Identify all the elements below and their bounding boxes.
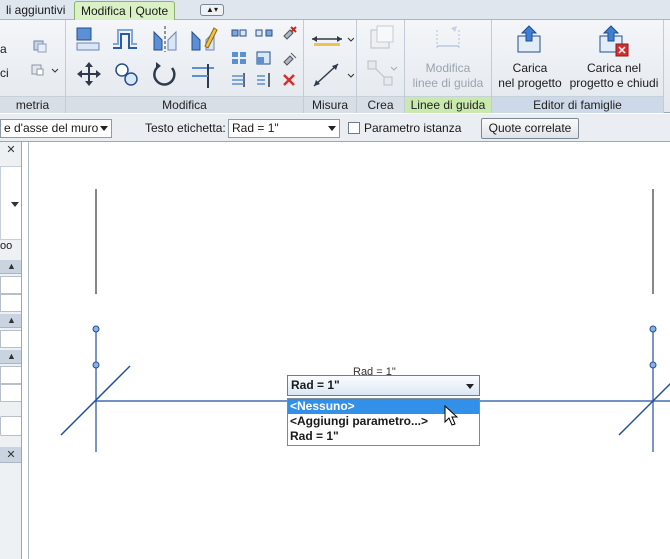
dimension-label-dropdown[interactable]: Rad = 1" <box>287 375 480 396</box>
geometry-join-icon[interactable] <box>32 38 48 57</box>
panel-crea: Crea <box>357 20 405 113</box>
panel-title-editor-famiglie: Editor di famiglie <box>492 96 663 113</box>
chevron-up-icon[interactable]: ▲ <box>7 315 16 325</box>
trim-multiple-icon[interactable] <box>230 72 248 91</box>
drawing-svg <box>60 189 670 452</box>
options-bar: e d'asse del muro Testo etichetta: Rad =… <box>0 114 670 142</box>
dimension-tick-right <box>618 382 670 436</box>
drawing-area[interactable] <box>28 142 670 559</box>
panel-editor-famiglie: Carica nel progetto Carica nel progetto … <box>492 20 664 113</box>
properties-field[interactable] <box>0 330 21 348</box>
load-and-close-icon[interactable] <box>596 24 630 61</box>
dimension-label-dropdown-value: Rad = 1" <box>291 378 340 392</box>
scale-icon[interactable] <box>255 50 273 69</box>
geometry-item-label-2: ci <box>0 66 9 80</box>
mirror-draw-icon[interactable] <box>188 24 218 57</box>
create-group-icon[interactable] <box>365 58 399 91</box>
chevron-down-icon <box>466 384 474 389</box>
panel-geometria: a ci metria <box>0 20 66 113</box>
tab-addins[interactable]: li aggiuntivi <box>0 1 71 20</box>
load-and-close-label-1: Carica nel <box>586 61 642 75</box>
edit-guide-lines-icon[interactable] <box>433 24 465 57</box>
properties-field[interactable] <box>0 294 21 312</box>
ribbon-minimize-button[interactable]: ▲▾ <box>200 4 224 16</box>
move-icon[interactable] <box>74 60 104 93</box>
apply-button[interactable] <box>0 416 21 436</box>
split-icon[interactable] <box>230 26 248 43</box>
chevron-down-icon[interactable] <box>11 197 19 211</box>
ribbon-tab-row: li aggiuntivi Modifica | Quote ▲▾ <box>0 0 670 20</box>
label-text-caption: Testo etichetta: <box>145 121 226 135</box>
panel-modifica: Modifica <box>66 20 304 113</box>
unpin-icon[interactable] <box>280 24 298 43</box>
panel-title-modifica: Modifica <box>66 96 303 113</box>
mirror-axis-icon[interactable] <box>150 24 180 57</box>
close-icon[interactable]: ✕ <box>3 448 19 462</box>
grip-handle[interactable] <box>92 361 100 369</box>
dropdown-option-rad[interactable]: Rad = 1" <box>288 429 479 444</box>
extend-multiple-icon[interactable] <box>255 72 273 91</box>
offset-icon[interactable] <box>110 24 140 57</box>
placement-combo-value: e d'asse del muro <box>4 121 99 135</box>
instance-param-label: Parametro istanza <box>364 121 462 135</box>
properties-field[interactable] <box>0 384 21 402</box>
chevron-down-icon <box>100 126 108 131</box>
revit-window: li aggiuntivi Modifica | Quote ▲▾ a ci m… <box>0 0 670 559</box>
panel-title-geometria: metria <box>0 96 65 113</box>
copy-array-icon[interactable] <box>230 50 248 69</box>
quote-correlate-button[interactable]: Quote correlate <box>481 118 579 139</box>
edit-guide-lines-label-1: Modifica <box>425 61 471 75</box>
panel-linee-guida: Modifica linee di guida Linee di guida <box>405 20 492 113</box>
align-icon[interactable] <box>74 24 104 57</box>
load-and-close-label-2: progetto e chiudi <box>569 76 659 90</box>
panel-misura: Misura <box>304 20 357 113</box>
grip-handle[interactable] <box>649 325 657 333</box>
placement-combo[interactable]: e d'asse del muro <box>0 119 112 138</box>
close-icon[interactable]: ✕ <box>3 143 19 157</box>
pin-icon[interactable] <box>280 50 298 69</box>
label-text-combo[interactable]: Rad = 1" <box>228 119 340 138</box>
geometry-item-label-1: a <box>0 42 7 56</box>
measure-icon[interactable] <box>310 60 355 93</box>
copy-icon[interactable] <box>112 60 142 93</box>
mouse-cursor-icon <box>444 404 459 430</box>
trim-extend-icon[interactable] <box>188 60 218 93</box>
tab-modifica-quote[interactable]: Modifica | Quote <box>74 1 176 20</box>
instance-param-checkbox[interactable] <box>348 122 360 134</box>
properties-field[interactable] <box>0 276 21 294</box>
chevron-up-icon[interactable]: ▲ <box>7 351 16 361</box>
load-into-project-label-2: nel progetto <box>498 76 562 90</box>
grip-handle[interactable] <box>649 361 657 369</box>
properties-panel: ✕ oo ▲ ▲ ▲ ✕ <box>0 142 22 559</box>
panel-title-crea: Crea <box>357 96 404 113</box>
chevron-up-icon[interactable]: ▲ <box>7 261 16 271</box>
label-text-combo-value: Rad = 1" <box>232 121 279 135</box>
aligned-dimension-icon[interactable] <box>310 28 355 53</box>
create-similar-icon[interactable] <box>367 24 397 57</box>
panel-title-misura: Misura <box>304 96 356 113</box>
geometry-cut-icon[interactable] <box>30 62 60 81</box>
load-into-project-icon[interactable] <box>514 24 544 59</box>
properties-text-oo: oo <box>0 240 13 252</box>
grip-handle[interactable] <box>92 325 100 333</box>
delete-icon[interactable] <box>280 72 298 91</box>
split-gap-icon[interactable] <box>255 26 273 43</box>
rotate-icon[interactable] <box>150 60 180 93</box>
panel-title-linee-guida: Linee di guida <box>405 96 491 113</box>
load-into-project-label-1: Carica <box>512 61 548 75</box>
properties-field[interactable] <box>0 366 21 384</box>
ribbon: a ci metria Modifica Misura Crea Modific… <box>0 20 670 113</box>
chevron-down-icon <box>328 126 336 131</box>
edit-guide-lines-label-2: linee di guida <box>412 76 484 90</box>
